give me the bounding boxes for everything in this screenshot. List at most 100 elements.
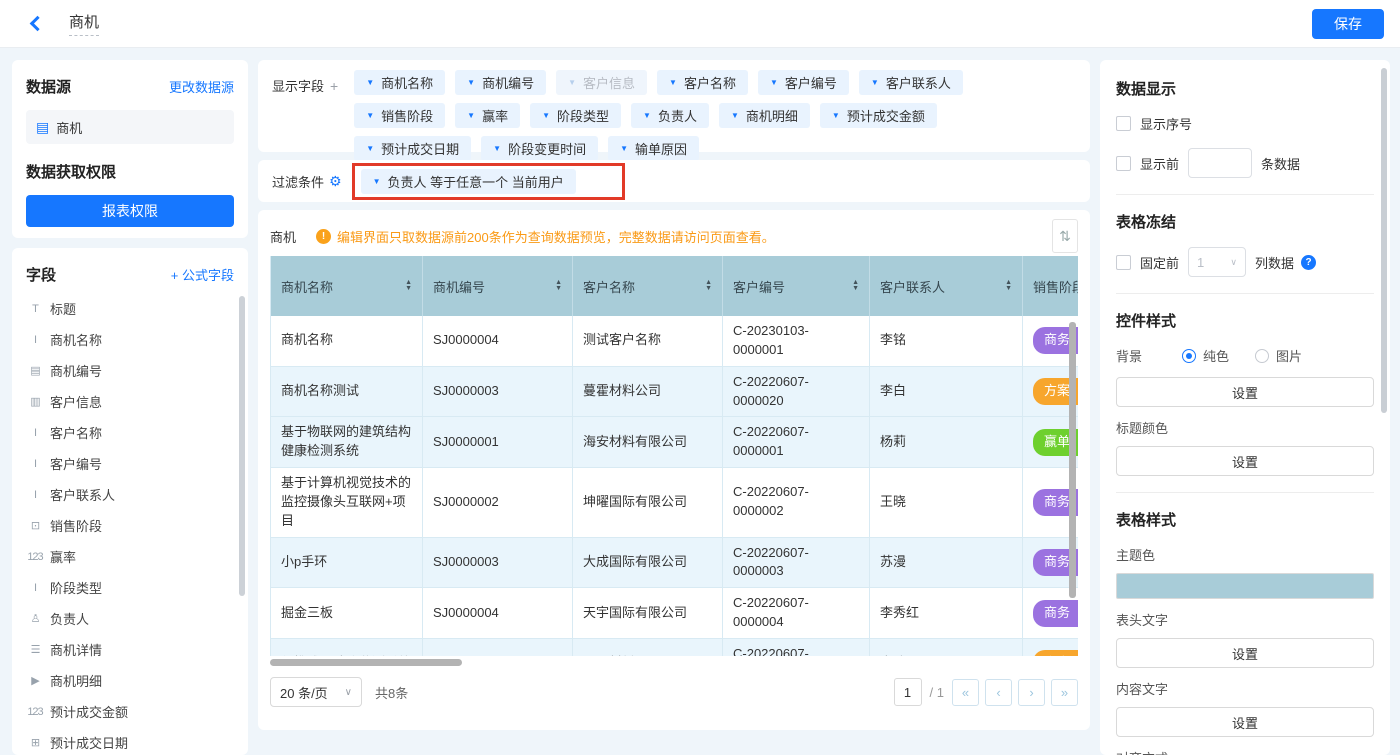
field-item[interactable]: ⊞ 预计成交日期	[26, 727, 234, 755]
cell-customer-code: C-20220607-0000020	[723, 367, 870, 417]
table-row[interactable]: 商机名称 SJ0000004 测试客户名称 C-20230103-0000001…	[271, 316, 1078, 367]
display-field-chip[interactable]: ▼ 输单原因	[608, 136, 699, 161]
column-header[interactable]: 销售阶段▲▼	[1023, 256, 1078, 316]
display-field-chip[interactable]: ▼ 商机明细	[719, 103, 810, 128]
table-row[interactable]: 商机名称测试 SJ0000003 蔓霍材料公司 C-20220607-00000…	[271, 367, 1078, 418]
cell-customer: 大成国际有限公司	[573, 538, 723, 588]
save-button[interactable]: 保存	[1312, 9, 1384, 39]
display-field-chip[interactable]: ▼ 客户编号	[758, 70, 849, 95]
content-text-set-button[interactable]: 设置	[1116, 707, 1374, 737]
image-radio[interactable]	[1255, 349, 1269, 363]
freeze-checkbox[interactable]	[1116, 255, 1131, 270]
datasource-panel: 数据源 更改数据源 ▤ 商机 数据获取权限 报表权限	[12, 60, 248, 238]
fields-scrollbar[interactable]	[239, 296, 245, 596]
freeze-column-select[interactable]: 1 ∨	[1188, 247, 1246, 277]
report-designer-page: 商机 保存 数据源 更改数据源 ▤ 商机 数据获取权限 报表权限 字段 + 公式…	[0, 0, 1400, 755]
cell-code: SJ0000003	[423, 538, 573, 588]
gear-icon[interactable]: ⚙	[329, 173, 342, 190]
filter-condition-chip[interactable]: ▼ 负责人 等于任意一个 当前用户	[361, 169, 576, 194]
page-size-select[interactable]: 20 条/页 ∨	[270, 677, 362, 707]
field-item[interactable]: ⊡ 销售阶段	[26, 510, 234, 541]
cell-customer: 海安材料有限公司	[573, 417, 723, 467]
sort-toggle-button[interactable]: ⇅	[1052, 219, 1078, 253]
table-row[interactable]: 掘金三板 SJ0000004 天宇国际有限公司 C-20220607-00000…	[271, 588, 1078, 639]
field-item[interactable]: I 客户名称	[26, 417, 234, 448]
display-field-chip[interactable]: ▼ 预计成交日期	[354, 136, 471, 161]
settings-scrollbar[interactable]	[1381, 68, 1387, 413]
sort-arrows-icon[interactable]: ▲▼	[1005, 280, 1012, 292]
title-color-set-button[interactable]: 设置	[1116, 446, 1374, 476]
display-field-chip[interactable]: ▼ 客户信息	[556, 70, 647, 95]
field-item[interactable]: ▤ 商机编号	[26, 355, 234, 386]
table-horizontal-scrollbar[interactable]	[270, 659, 462, 666]
sort-arrows-icon[interactable]: ▲▼	[405, 280, 412, 292]
cell-contact: 苏漫	[870, 538, 1023, 588]
display-field-chip[interactable]: ▼ 阶段变更时间	[481, 136, 598, 161]
display-field-chip[interactable]: ▼ 预计成交金额	[820, 103, 937, 128]
display-field-chip[interactable]: ▼ 商机名称	[354, 70, 445, 95]
top-count-input[interactable]	[1188, 148, 1252, 178]
display-field-chip[interactable]: ▼ 商机编号	[455, 70, 546, 95]
field-item[interactable]: 123 预计成交金额	[26, 696, 234, 727]
field-item[interactable]: I 客户联系人	[26, 479, 234, 510]
chip-row: ▼ 销售阶段 ▼ 赢率 ▼ 阶段类型 ▼ 负责	[354, 103, 963, 128]
field-type-icon: 123	[26, 551, 44, 563]
next-page-button[interactable]: ›	[1018, 679, 1045, 706]
field-item[interactable]: ♙ 负责人	[26, 603, 234, 634]
chevron-down-icon: ▼	[770, 78, 778, 87]
last-page-button[interactable]: »	[1051, 679, 1078, 706]
display-field-chip[interactable]: ▼ 阶段类型	[530, 103, 621, 128]
table-vertical-scrollbar[interactable]	[1069, 322, 1076, 598]
field-label: 标题	[50, 299, 76, 318]
page-number-input[interactable]: 1	[894, 678, 922, 706]
chevron-down-icon: ▼	[467, 78, 475, 87]
help-icon[interactable]: ?	[1301, 255, 1316, 270]
display-field-chip[interactable]: ▼ 销售阶段	[354, 103, 445, 128]
field-item[interactable]: I 客户编号	[26, 448, 234, 479]
theme-color-swatch[interactable]	[1116, 573, 1374, 599]
field-item[interactable]: I 阶段类型	[26, 572, 234, 603]
chevron-down-icon: ∨	[1230, 257, 1237, 268]
sort-arrows-icon[interactable]: ▲▼	[852, 280, 859, 292]
cell-customer: 蔓霍材料公司	[573, 367, 723, 417]
report-permission-button[interactable]: 报表权限	[26, 195, 234, 227]
cell-contact: 李秀红	[870, 588, 1023, 638]
sort-arrows-icon[interactable]: ▲▼	[555, 280, 562, 292]
add-display-field-button[interactable]: +	[330, 78, 338, 94]
cell-customer: 天宇国际有限公司	[573, 588, 723, 638]
field-label: 商机编号	[50, 361, 102, 380]
solid-color-radio[interactable]	[1182, 349, 1196, 363]
back-icon[interactable]	[30, 16, 46, 32]
column-header[interactable]: 商机编号▲▼	[423, 256, 573, 316]
first-page-button[interactable]: «	[952, 679, 979, 706]
change-datasource-link[interactable]: 更改数据源	[169, 77, 234, 96]
field-item[interactable]: T 标题	[26, 293, 234, 324]
field-item[interactable]: 123 赢率	[26, 541, 234, 572]
field-item[interactable]: ☰ 商机详情	[26, 634, 234, 665]
show-index-checkbox[interactable]	[1116, 116, 1131, 131]
field-item[interactable]: ▥ 客户信息	[26, 386, 234, 417]
display-field-chip[interactable]: ▼ 负责人	[631, 103, 709, 128]
column-header[interactable]: 客户名称▲▼	[573, 256, 723, 316]
table-row[interactable]: 基于物联网的建筑结构健康检测系统 SJ0000001 海安材料有限公司 C-20…	[271, 417, 1078, 468]
field-item[interactable]: I 商机名称	[26, 324, 234, 355]
column-header[interactable]: 商机名称▲▼	[271, 256, 423, 316]
display-field-chip[interactable]: ▼ 客户名称	[657, 70, 748, 95]
table-row[interactable]: 便携式哮喘病监测系统 SJ0000005 飞星材料公司 C-20220607-0…	[271, 639, 1078, 656]
field-item[interactable]: ▶ 商机明细	[26, 665, 234, 696]
preview-panel: 商机 ! 编辑界面只取数据源前200条作为查询数据预览，完整数据请访问页面查看。…	[258, 210, 1090, 730]
show-top-checkbox[interactable]	[1116, 156, 1131, 171]
background-set-button[interactable]: 设置	[1116, 377, 1374, 407]
column-header[interactable]: 客户联系人▲▼	[870, 256, 1023, 316]
header-text-set-button[interactable]: 设置	[1116, 638, 1374, 668]
datasource-item[interactable]: ▤ 商机	[26, 110, 234, 144]
page-title[interactable]: 商机	[69, 11, 99, 36]
display-field-chip[interactable]: ▼ 赢率	[455, 103, 520, 128]
add-formula-field-link[interactable]: + 公式字段	[171, 265, 234, 284]
table-row[interactable]: 基于计算机视觉技术的监控摄像头互联网+项目 SJ0000002 坤曜国际有限公司…	[271, 468, 1078, 538]
prev-page-button[interactable]: ‹	[985, 679, 1012, 706]
display-field-chip[interactable]: ▼ 客户联系人	[859, 70, 963, 95]
table-row[interactable]: 小p手环 SJ0000003 大成国际有限公司 C-20220607-00000…	[271, 538, 1078, 589]
sort-arrows-icon[interactable]: ▲▼	[705, 280, 712, 292]
column-header[interactable]: 客户编号▲▼	[723, 256, 870, 316]
